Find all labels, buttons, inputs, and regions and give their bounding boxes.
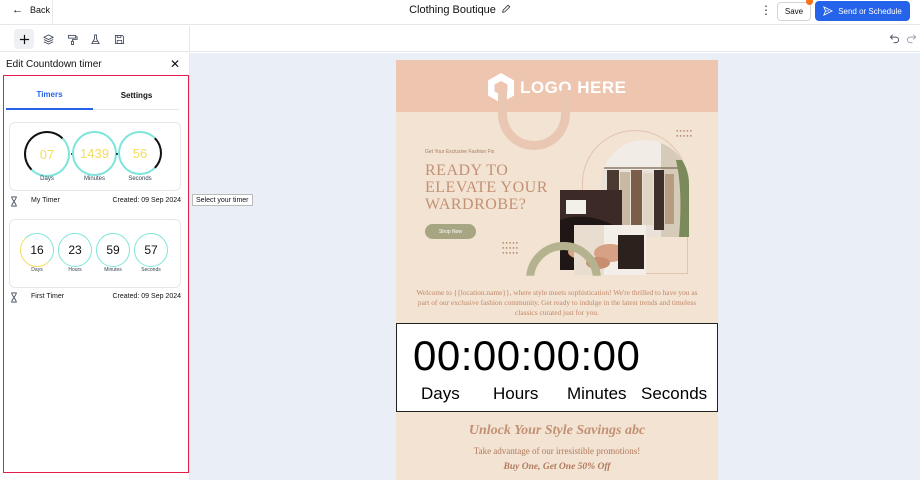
plus-icon [19, 34, 29, 44]
timer-value-seconds: 57 [144, 243, 158, 257]
timer-value-minutes: 59 [106, 243, 120, 257]
save-template-button[interactable] [109, 29, 129, 49]
timer-card-first-timer[interactable]: 16 Days 23 Hours 59 Minutes 57 Seconds [9, 219, 181, 288]
panel-title: Edit Countdown timer [6, 59, 102, 70]
timer-label-minutes: Minutes [104, 267, 122, 273]
timer-value-seconds: 56 [132, 145, 148, 161]
hourglass-icon [11, 292, 17, 303]
decorative-dots: ●●●●● ●●●●● ●●●●● [502, 240, 520, 255]
layers-button[interactable] [38, 29, 58, 49]
timer-row-my-timer[interactable]: My Timer Created: 09 Sep 2024 [9, 195, 181, 209]
styles-button[interactable] [62, 29, 82, 49]
hero-headline: READY TO ELEVATE YOUR WARDROBE? [425, 162, 548, 213]
countdown-label-days: Days [421, 384, 460, 403]
timer-value-days: 16 [30, 243, 44, 257]
timer-created-date: Created: 09 Sep 2024 [112, 293, 182, 300]
timer-label-minutes: Minutes [83, 176, 105, 182]
countdown-display: 00:00:00:00 Days Hours Minutes Seconds [407, 328, 707, 406]
countdown-label-seconds: Seconds [641, 384, 708, 403]
save-button[interactable]: Save [777, 2, 811, 21]
unlock-savings-title: Unlock Your Style Savings abc [468, 423, 646, 438]
hourglass-icon [11, 196, 17, 207]
paint-roller-icon [67, 34, 77, 45]
countdown-label-minutes: Minutes [567, 384, 627, 403]
editor-toolbar [0, 26, 920, 52]
add-element-button[interactable] [14, 29, 34, 49]
layers-icon [42, 33, 54, 45]
campaign-title-text: Clothing Boutique [409, 4, 496, 16]
timer-name: My Timer [31, 197, 60, 204]
flask-icon [90, 34, 100, 44]
more-options-icon[interactable]: ⋮ [760, 3, 772, 17]
close-icon[interactable]: ✕ [170, 58, 180, 70]
timer-label-seconds: Seconds [128, 176, 152, 182]
timer-label-seconds: Seconds [141, 267, 161, 273]
timer-name: First Timer [31, 293, 65, 300]
timer-value-days: 07 [39, 146, 55, 162]
countdown-digits: 00:00:00:00 [413, 332, 641, 379]
toolbar-divider [189, 26, 190, 52]
timer-card-my-timer[interactable]: 07 Days 1439 Minutes 56 Seconds [9, 122, 181, 191]
undo-icon[interactable] [889, 33, 900, 44]
bogo-offer-text: Buy One, Get One 50% Off [503, 462, 611, 472]
send-icon [823, 6, 834, 16]
timer-label-days: Days [31, 267, 43, 273]
panel-tabs: Timers Settings [6, 81, 179, 110]
timer-row-first-timer[interactable]: First Timer Created: 09 Sep 2024 [9, 291, 181, 305]
countdown-label-hours: Hours [493, 384, 539, 403]
decorative-dots: ●●●●● ●●●●● [676, 128, 694, 138]
timer-label-hours: Hours [68, 267, 82, 273]
promotions-text: Take advantage of our irresistible promo… [473, 446, 641, 456]
countdown-timer-block[interactable]: 00:00:00:00 Days Hours Minutes Seconds [396, 323, 718, 412]
tab-settings[interactable]: Settings [93, 81, 180, 110]
welcome-text: Welcome to {{location.name}}, where styl… [416, 288, 698, 317]
floppy-disk-icon [114, 34, 124, 44]
top-bar: ← Back Clothing Boutique ⋮ Save Send or … [0, 0, 920, 25]
send-or-schedule-button[interactable]: Send or Schedule [815, 1, 910, 21]
timer-value-minutes: 1439 [80, 146, 109, 161]
timer-created-date: Created: 09 Sep 2024 [112, 197, 182, 204]
send-label: Send or Schedule [838, 6, 902, 16]
timer-label-days: Days [40, 176, 54, 182]
pencil-icon[interactable] [501, 4, 511, 14]
hero-kicker: Get Your Exclusive Fashion Fix [425, 149, 495, 155]
shop-now-button[interactable]: Shop Now [425, 224, 476, 239]
redo-icon[interactable] [906, 33, 917, 44]
timer-value-hours: 23 [68, 243, 82, 257]
decorative-arc [498, 90, 570, 150]
select-timer-tooltip: Select your timer [192, 194, 253, 206]
test-button[interactable] [85, 29, 105, 49]
tab-timers[interactable]: Timers [6, 81, 93, 110]
email-preview: LOGO HERE Get Your Exclusive Fashion Fix… [396, 60, 718, 480]
